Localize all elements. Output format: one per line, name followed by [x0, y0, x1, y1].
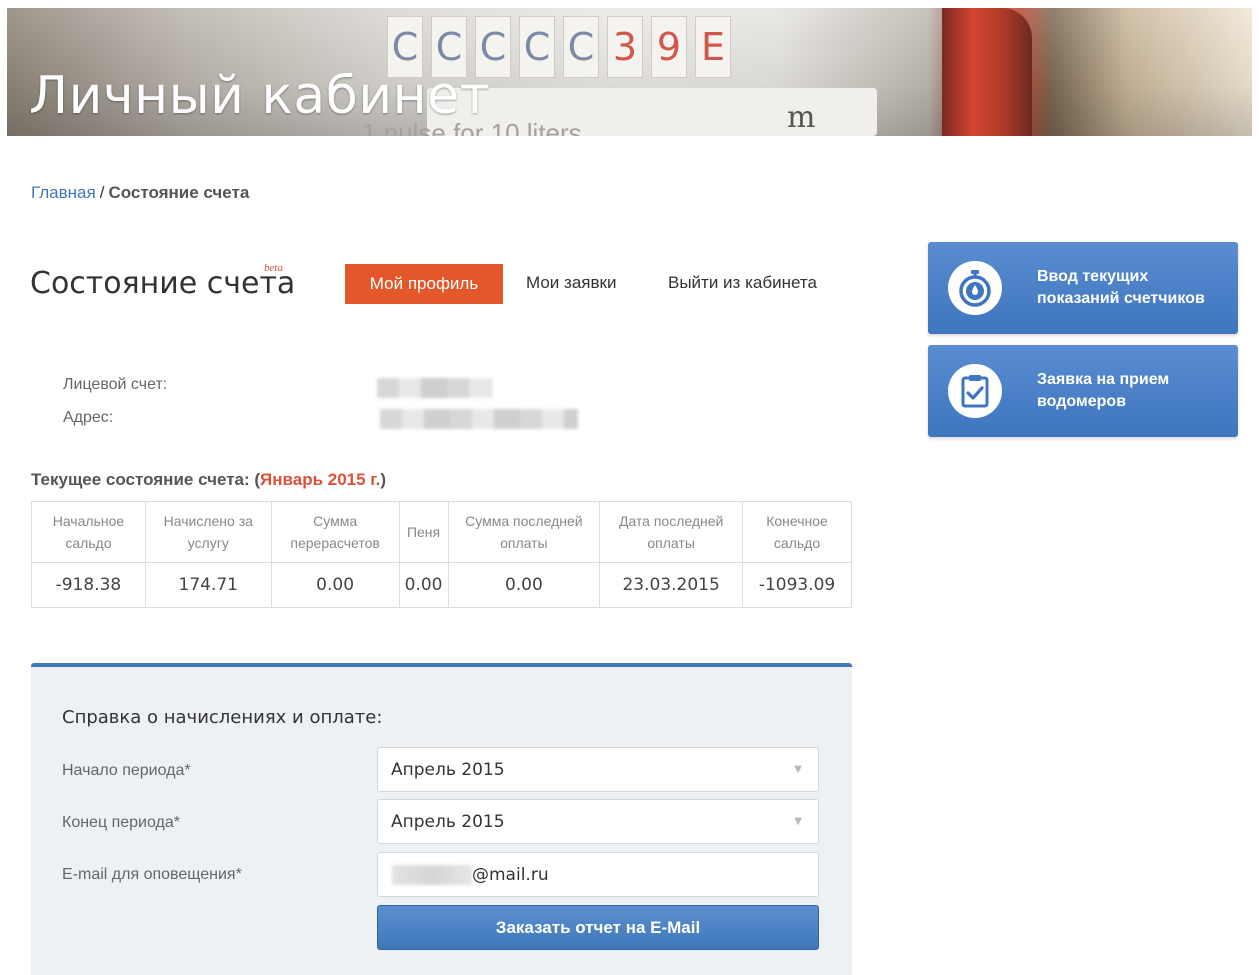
meter-readings-button[interactable]: Ввод текущих показаний счетчиков	[928, 242, 1238, 334]
account-status-heading: Текущее состояние счета: (Январь 2015 г.…	[31, 470, 386, 490]
cell-closing-balance: -1093.09	[742, 562, 852, 608]
dial-digit: 3	[607, 16, 643, 78]
cell-last-payment-date: 23.03.2015	[599, 562, 744, 608]
period-start-select[interactable]: Апрель 2015 ▼	[377, 747, 819, 792]
col-last-payment-sum: Сумма последней оплаты	[447, 501, 601, 563]
cell-recalculations: 0.00	[270, 562, 400, 608]
banner-title: Личный кабинет	[29, 66, 491, 126]
account-number-redacted	[377, 378, 492, 398]
cell-penalty: 0.00	[398, 562, 449, 608]
period-end-select[interactable]: Апрель 2015 ▼	[377, 799, 819, 844]
cell-opening-balance: -918.38	[31, 562, 146, 608]
dial-digit: 9	[651, 16, 687, 78]
email-value: @mail.ru	[472, 865, 549, 885]
dial-digit: C	[519, 16, 555, 78]
col-penalty: Пеня	[398, 501, 449, 563]
meter-request-button[interactable]: Заявка на прием водомеров	[928, 345, 1238, 437]
meter-readings-label: Ввод текущих показаний счетчиков	[1037, 268, 1205, 307]
col-opening-balance: Начальное сальдо	[31, 501, 146, 563]
email-redacted	[392, 865, 472, 885]
breadcrumb-home-link[interactable]: Главная	[31, 183, 96, 202]
col-last-payment-date: Дата последней оплаты	[599, 501, 744, 563]
status-month: Январь 2015 г.	[260, 470, 381, 489]
period-start-label: Начало периода*	[62, 762, 191, 779]
stopwatch-icon	[948, 261, 1002, 315]
dial-digit: C	[563, 16, 599, 78]
chevron-down-icon: ▼	[794, 816, 802, 827]
order-report-button[interactable]: Заказать отчет на E-Mail	[377, 905, 819, 950]
cell-charged: 174.71	[144, 562, 272, 608]
header-banner: C C C C C 3 9 E 1 pulse for 10 liters m …	[7, 8, 1252, 136]
status-heading-prefix: Текущее состояние счета: (	[31, 470, 261, 489]
dial-digit: E	[695, 16, 731, 78]
table-header-row: Начальное сальдо Начислено за услугу Сум…	[31, 501, 852, 563]
chevron-down-icon: ▼	[794, 764, 802, 775]
my-profile-button[interactable]: Мой профиль	[345, 264, 503, 304]
address-label: Адрес:	[63, 409, 114, 426]
beta-badge: beta	[264, 262, 283, 274]
page-title: Состояние счета	[30, 266, 296, 301]
email-field[interactable]: @mail.ru	[377, 852, 819, 897]
breadcrumb: Главная / Состояние счета	[31, 183, 249, 203]
email-label: E-mail для оповещения*	[62, 866, 242, 883]
col-closing-balance: Конечное сальдо	[742, 501, 852, 563]
address-redacted	[380, 409, 578, 429]
table-row: -918.38 174.71 0.00 0.00 0.00 23.03.2015…	[31, 562, 852, 608]
breadcrumb-separator: /	[99, 183, 105, 202]
col-recalculations: Сумма перерасчетов	[270, 501, 400, 563]
account-number-label: Лицевой счет:	[63, 376, 168, 393]
report-panel-title: Справка о начислениях и оплате:	[62, 707, 383, 728]
meter-request-label: Заявка на прием водомеров	[1037, 371, 1170, 410]
period-end-value: Апрель 2015	[391, 811, 505, 832]
status-heading-suffix: )	[380, 470, 387, 489]
account-summary-table: Начальное сальдо Начислено за услугу Сум…	[31, 501, 852, 608]
logout-link[interactable]: Выйти из кабинета	[668, 273, 817, 293]
my-requests-link[interactable]: Мои заявки	[526, 273, 616, 293]
red-pipe-image	[942, 8, 1032, 136]
cell-last-payment-sum: 0.00	[447, 562, 601, 608]
col-charged: Начислено за услугу	[144, 501, 272, 563]
report-panel: Справка о начислениях и оплате: Начало п…	[31, 663, 852, 975]
breadcrumb-current: Состояние счета	[108, 183, 250, 202]
period-start-value: Апрель 2015	[391, 759, 505, 780]
period-end-label: Конец периода*	[62, 814, 180, 831]
clipboard-check-icon	[948, 364, 1002, 418]
meter-unit: m	[787, 100, 816, 135]
